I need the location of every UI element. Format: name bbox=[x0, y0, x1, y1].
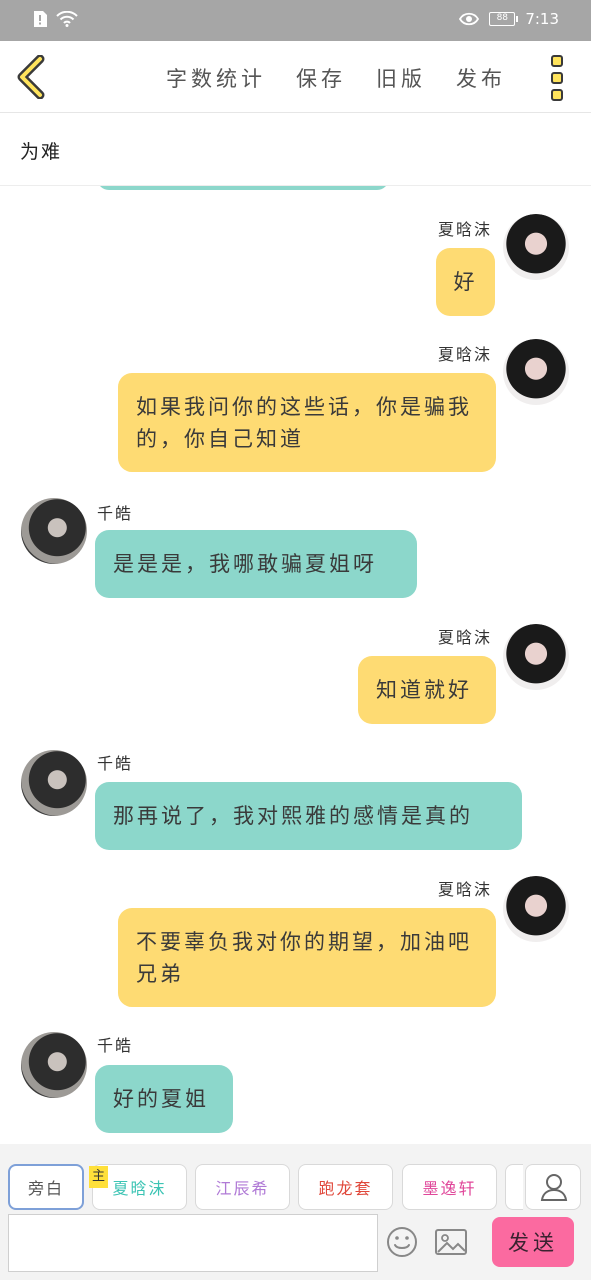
app-bar: 字数统计 保存 旧版 发布 bbox=[0, 41, 591, 113]
eye-icon bbox=[459, 12, 480, 26]
role-chip[interactable]: 江辰希 bbox=[195, 1164, 290, 1210]
sim-alert-icon bbox=[34, 11, 47, 27]
role-label: 夏晗沫 bbox=[112, 1179, 167, 1198]
person-icon bbox=[540, 1174, 568, 1201]
message-bubble[interactable]: 好的夏姐 bbox=[95, 1065, 233, 1133]
role-narration[interactable]: 旁白 bbox=[8, 1164, 84, 1210]
image-button[interactable] bbox=[434, 1226, 468, 1258]
sender-name: 夏晗沫 bbox=[437, 880, 492, 899]
sender-name: 千皓 bbox=[97, 754, 134, 773]
role-chip-partial[interactable] bbox=[505, 1164, 523, 1210]
chevron-left-icon bbox=[17, 54, 45, 100]
battery-indicator: 88 bbox=[489, 12, 519, 26]
composer-bar: 发送 bbox=[0, 1214, 591, 1280]
role-chip[interactable]: 墨逸轩 bbox=[402, 1164, 497, 1210]
avatar[interactable] bbox=[21, 750, 87, 816]
sender-name: 夏晗沫 bbox=[437, 220, 492, 239]
message-bubble[interactable]: 知道就好 bbox=[358, 656, 496, 724]
role-bar: 旁白 主 夏晗沫 江辰希 跑龙套 墨逸轩 bbox=[0, 1144, 591, 1214]
wifi-icon bbox=[56, 11, 78, 27]
sender-name: 千皓 bbox=[97, 504, 134, 523]
avatar[interactable] bbox=[21, 1032, 87, 1098]
more-dot-icon bbox=[551, 72, 563, 84]
chapter-title-bar[interactable]: 为难 bbox=[0, 113, 591, 186]
screen: 88 7:13 字数统计 保存 旧版 发布 为难 夏晗沫 好 夏晗沫 如果我问你… bbox=[0, 0, 591, 1280]
smiley-icon bbox=[387, 1227, 417, 1257]
sender-name: 夏晗沫 bbox=[437, 628, 492, 647]
more-dot-icon bbox=[551, 89, 563, 101]
word-count-button[interactable]: 字数统计 bbox=[166, 63, 266, 93]
more-menu-button[interactable] bbox=[551, 55, 567, 101]
sender-name: 千皓 bbox=[97, 1036, 134, 1055]
avatar[interactable] bbox=[503, 624, 569, 690]
avatar[interactable] bbox=[21, 498, 87, 564]
message-bubble[interactable]: 是是是，我哪敢骗夏姐呀 bbox=[95, 530, 417, 598]
save-button[interactable]: 保存 bbox=[296, 63, 346, 93]
message-bubble[interactable]: 那再说了，我对熙雅的感情是真的 bbox=[95, 782, 522, 850]
message-bubble[interactable]: 如果我问你的这些话，你是骗我的，你自己知道 bbox=[118, 373, 496, 472]
emoji-button[interactable] bbox=[386, 1226, 418, 1258]
sender-name: 夏晗沫 bbox=[437, 345, 492, 364]
avatar[interactable] bbox=[503, 339, 569, 405]
partial-message-bubble bbox=[97, 186, 389, 190]
publish-button[interactable]: 发布 bbox=[456, 63, 506, 93]
avatar[interactable] bbox=[503, 876, 569, 942]
top-menu: 字数统计 保存 旧版 发布 bbox=[166, 63, 506, 93]
chat-area[interactable]: 夏晗沫 好 夏晗沫 如果我问你的这些话，你是骗我的，你自己知道 千皓 是是是，我… bbox=[0, 186, 591, 1144]
chapter-title: 为难 bbox=[20, 141, 63, 163]
clock: 7:13 bbox=[525, 10, 559, 28]
message-bubble[interactable]: 好 bbox=[436, 248, 495, 316]
back-button[interactable] bbox=[12, 54, 52, 100]
role-label: 江辰希 bbox=[215, 1179, 270, 1198]
avatar[interactable] bbox=[503, 214, 569, 280]
more-dot-icon bbox=[551, 55, 563, 67]
role-label: 跑龙套 bbox=[318, 1179, 373, 1198]
send-button[interactable]: 发送 bbox=[492, 1217, 574, 1267]
picture-icon bbox=[435, 1229, 467, 1255]
main-role-badge: 主 bbox=[89, 1166, 108, 1188]
role-label: 墨逸轩 bbox=[422, 1179, 477, 1198]
message-bubble[interactable]: 不要辜负我对你的期望，加油吧兄弟 bbox=[118, 908, 496, 1007]
message-input[interactable] bbox=[8, 1214, 378, 1272]
status-bar: 88 7:13 bbox=[0, 0, 591, 41]
role-chip[interactable]: 跑龙套 bbox=[298, 1164, 393, 1210]
old-version-button[interactable]: 旧版 bbox=[376, 63, 426, 93]
role-manager-button[interactable] bbox=[525, 1164, 581, 1210]
